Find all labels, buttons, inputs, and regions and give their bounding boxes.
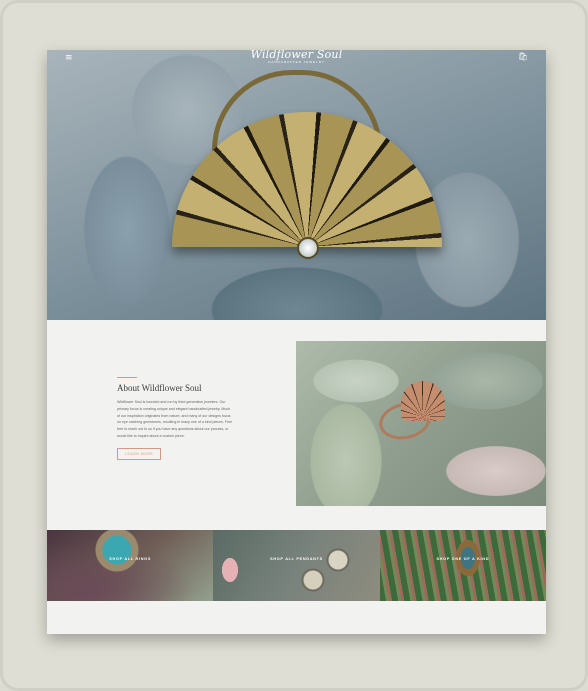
sunburst-pendant [172, 112, 442, 247]
shop-pendants-tile[interactable]: SHOP ALL PENDANTS [213, 530, 380, 601]
shop-tiles: SHOP ALL RINGS SHOP ALL PENDANTS SHOP ON… [47, 530, 546, 601]
about-text-block: About Wildflower Soul Wildflower Soul is… [117, 377, 232, 460]
about-body: Wildflower Soul is founded and run by th… [117, 400, 232, 438]
shop-rings-tile[interactable]: SHOP ALL RINGS [47, 530, 214, 601]
accent-rule [117, 377, 137, 378]
pendant-gemstone [297, 237, 319, 259]
about-heading: About Wildflower Soul [117, 383, 202, 393]
footer-area [47, 601, 546, 634]
logo-tagline: HANDCRAFTED JEWELRY [268, 60, 325, 64]
about-section: About Wildflower Soul Wildflower Soul is… [47, 341, 546, 506]
website-page: ≡ Wildflower Soul HANDCRAFTED JEWELRY 🛍 … [47, 50, 546, 634]
hero-image: ≡ Wildflower Soul HANDCRAFTED JEWELRY 🛍 [47, 50, 546, 320]
shop-one-of-a-kind-label: SHOP ONE OF A KIND [436, 557, 490, 561]
shop-rings-label: SHOP ALL RINGS [109, 557, 152, 561]
shop-one-of-a-kind-tile[interactable]: SHOP ONE OF A KIND [379, 530, 546, 601]
shell-ring-top [401, 381, 445, 421]
shop-pendants-label: SHOP ALL PENDANTS [270, 557, 323, 561]
cart-icon[interactable]: 🛍 [518, 52, 528, 61]
learn-more-button[interactable]: LEARN MORE [117, 447, 162, 460]
about-image [296, 341, 546, 506]
site-logo[interactable]: Wildflower Soul HANDCRAFTED JEWELRY [47, 50, 546, 64]
